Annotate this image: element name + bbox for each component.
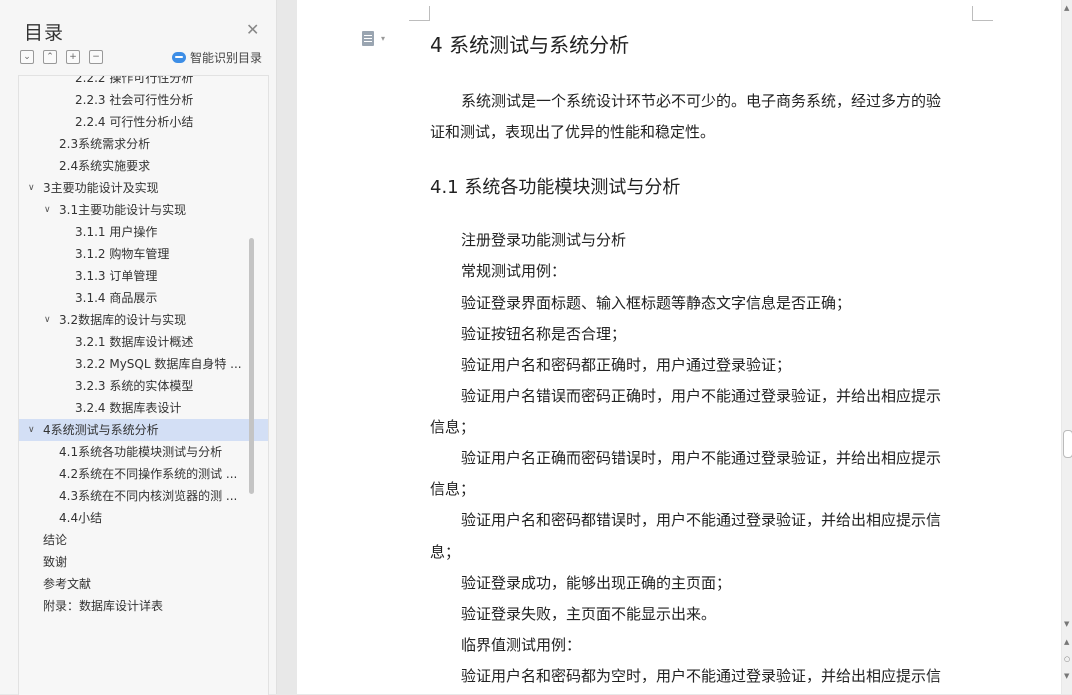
toc-item-label: 参考文献 xyxy=(43,577,92,591)
toc-list[interactable]: 2.2.2 操作可行性分析 2.2.3 社会可行性分析 2.2.4 可行性分析小… xyxy=(18,75,269,695)
toc-scrollbar[interactable] xyxy=(249,238,254,494)
paragraph-line: 证和测试，表现出了优异的性能和稳定性。 xyxy=(430,123,716,141)
toc-item-label: 3.2.1 数据库设计概述 xyxy=(75,335,194,349)
toc-item[interactable]: 3.2.2 MySQL 数据库自身特 ... xyxy=(19,353,268,375)
add-icon[interactable]: + xyxy=(66,50,80,64)
paragraph-line: 临界值测试用例： xyxy=(461,636,582,654)
next-page-icon[interactable]: ▼ xyxy=(1064,672,1069,680)
toc-item[interactable]: 3.2.4 数据库表设计 xyxy=(19,397,268,419)
toc-item-label: 4.1系统各功能模块测试与分析 xyxy=(59,445,223,459)
toc-item[interactable]: 2.2.3 社会可行性分析 xyxy=(19,89,268,111)
toc-item-label: 2.4系统实施要求 xyxy=(59,159,151,173)
toc-item-label: 2.2.3 社会可行性分析 xyxy=(75,93,194,107)
paragraph-line: 验证用户名和密码都为空时，用户不能通过登录验证，并给出相应提示信 xyxy=(461,667,942,685)
scrollbar-thumb[interactable] xyxy=(1063,430,1072,458)
toc-item[interactable]: 3.1.4 商品展示 xyxy=(19,287,268,309)
paragraph-line: 验证用户名错误而密码正确时，用户不能通过登录验证，并给出相应提示 xyxy=(461,387,942,405)
toc-item-label: 4.2系统在不同操作系统的测试 ... xyxy=(59,467,238,481)
paragraph-line: 验证登录界面标题、输入框标题等静态文字信息是否正确； xyxy=(461,294,852,312)
toc-item[interactable]: 2.4系统实施要求 xyxy=(19,155,268,177)
paragraph-line: 信息； xyxy=(430,480,476,498)
toc-item-label: 3.1.2 购物车管理 xyxy=(75,247,170,261)
paragraph-line: 系统测试是一个系统设计环节必不可少的。电子商务系统，经过多方的验 xyxy=(461,92,942,110)
paragraph-line: 验证用户名和密码都错误时，用户不能通过登录验证，并给出相应提示信 xyxy=(461,511,942,529)
caret-down-icon[interactable]: ▾ xyxy=(381,34,385,43)
close-icon[interactable]: ✕ xyxy=(246,20,259,39)
toc-item[interactable]: 2.2.2 操作可行性分析 xyxy=(19,76,268,89)
paragraph-line: 验证用户名正确而密码错误时，用户不能通过登录验证，并给出相应提示 xyxy=(461,449,942,467)
toc-item[interactable]: 参考文献 xyxy=(19,573,268,595)
toc-item[interactable]: 结论 xyxy=(19,529,268,551)
toc-item-label: 3.1主要功能设计与实现 xyxy=(59,203,187,217)
toc-item-label: 3.1.4 商品展示 xyxy=(75,291,158,305)
toc-item[interactable]: 2.2.4 可行性分析小结 xyxy=(19,111,268,133)
prev-page-icon[interactable]: ▲ xyxy=(1064,638,1069,646)
smart-toc-label: 智能识别目录 xyxy=(190,51,263,65)
paragraph-line: 验证登录成功，能够出现正确的主页面； xyxy=(461,574,732,592)
toc-toolbar: ⌄ ⌃ + − xyxy=(20,50,103,64)
collapse-all-icon[interactable]: ⌄ xyxy=(20,50,34,64)
toc-item-label: 结论 xyxy=(43,533,68,547)
crop-mark xyxy=(972,6,993,21)
page-icon[interactable]: ○ xyxy=(1064,655,1070,663)
heading-2: 4.1 系统各功能模块测试与分析 xyxy=(430,177,681,198)
toc-title: 目录 xyxy=(24,22,65,44)
toc-item[interactable]: 4.1系统各功能模块测试与分析 xyxy=(19,441,268,463)
heading-1: 4 系统测试与系统分析 xyxy=(430,33,630,57)
toc-item-selected[interactable]: ∨ 4系统测试与系统分析 xyxy=(19,419,268,441)
toc-item-label: 3.1.3 订单管理 xyxy=(75,269,158,283)
toc-item[interactable]: ∨ 3.1主要功能设计与实现 xyxy=(19,199,268,221)
toc-item[interactable]: 3.2.3 系统的实体模型 xyxy=(19,375,268,397)
toc-item-label: 3.2.2 MySQL 数据库自身特 ... xyxy=(75,357,242,371)
paragraph-line: 验证登录失败，主页面不能显示出来。 xyxy=(461,605,717,623)
toc-item-label: 3.2.3 系统的实体模型 xyxy=(75,379,194,393)
toc-item[interactable]: 4.3系统在不同内核浏览器的测 ... xyxy=(19,485,268,507)
chevron-down-icon[interactable]: ∨ xyxy=(44,309,51,331)
toc-item-label: 致谢 xyxy=(43,555,68,569)
toc-panel: 目录 ✕ ⌄ ⌃ + − 智能识别目录 2.2.2 操作可行性分析 2.2.3 … xyxy=(0,0,277,695)
toc-item-label: 2.3系统需求分析 xyxy=(59,137,151,151)
toc-item[interactable]: 3.2.1 数据库设计概述 xyxy=(19,331,268,353)
minus-icon[interactable]: − xyxy=(89,50,103,64)
scroll-up-icon[interactable]: ▲ xyxy=(1064,4,1069,12)
toc-item[interactable]: 3.1.2 购物车管理 xyxy=(19,243,268,265)
toc-item[interactable]: 2.3系统需求分析 xyxy=(19,133,268,155)
toc-item[interactable]: 3.1.3 订单管理 xyxy=(19,265,268,287)
toc-item-label: 2.2.2 操作可行性分析 xyxy=(75,76,194,85)
chevron-down-icon[interactable]: ∨ xyxy=(44,199,51,221)
toc-item-label: 3.2数据库的设计与实现 xyxy=(59,313,187,327)
toc-item-label: 2.2.4 可行性分析小结 xyxy=(75,115,194,129)
paragraph-line: 验证用户名和密码都正确时，用户通过登录验证； xyxy=(461,356,792,374)
document-icon[interactable] xyxy=(362,31,374,46)
chevron-down-icon[interactable]: ∨ xyxy=(28,419,35,441)
toc-item[interactable]: 4.2系统在不同操作系统的测试 ... xyxy=(19,463,268,485)
cloud-icon xyxy=(172,52,186,63)
smart-toc-button[interactable]: 智能识别目录 xyxy=(172,49,262,66)
paragraph-line: 息； xyxy=(430,543,461,561)
toc-item[interactable]: 致谢 xyxy=(19,551,268,573)
toc-item-label: 4.4小结 xyxy=(59,511,103,525)
paragraph-line: 常规测试用例： xyxy=(461,262,567,280)
toc-item[interactable]: ∨ 3.2数据库的设计与实现 xyxy=(19,309,268,331)
toc-item-label: 3.2.4 数据库表设计 xyxy=(75,401,182,415)
paragraph-line: 注册登录功能测试与分析 xyxy=(461,231,627,249)
toc-item-label: 4.3系统在不同内核浏览器的测 ... xyxy=(59,489,238,503)
toc-item-label: 3.1.1 用户操作 xyxy=(75,225,158,239)
scroll-down-icon[interactable]: ▼ xyxy=(1064,620,1069,628)
crop-mark xyxy=(409,6,430,21)
paragraph-line: 验证按钮名称是否合理； xyxy=(461,325,627,343)
toc-item-label: 附录：数据库设计详表 xyxy=(43,599,164,613)
expand-up-icon[interactable]: ⌃ xyxy=(43,50,57,64)
paragraph-line: 信息； xyxy=(430,418,476,436)
toc-item[interactable]: 附录：数据库设计详表 xyxy=(19,595,268,617)
document-scrollbar[interactable] xyxy=(1062,0,1072,694)
toc-item-label: 4系统测试与系统分析 xyxy=(43,423,159,437)
toc-item[interactable]: ∨ 3主要功能设计及实现 xyxy=(19,177,268,199)
toc-item[interactable]: 4.4小结 xyxy=(19,507,268,529)
toc-item[interactable]: 3.1.1 用户操作 xyxy=(19,221,268,243)
chevron-down-icon[interactable]: ∨ xyxy=(28,177,35,199)
toc-item-label: 3主要功能设计及实现 xyxy=(43,181,159,195)
